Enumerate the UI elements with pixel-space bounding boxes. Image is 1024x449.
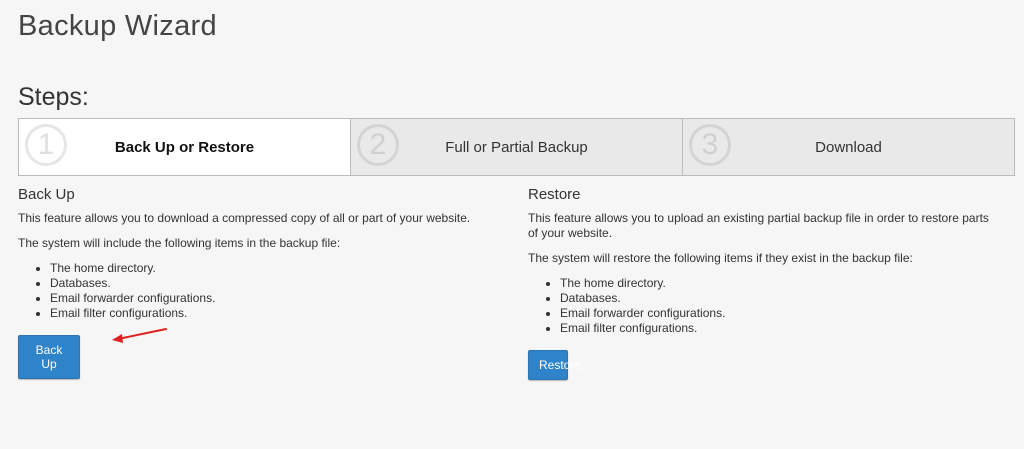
restore-section: Restore This feature allows you to uploa… bbox=[528, 186, 998, 380]
restore-heading: Restore bbox=[528, 186, 581, 203]
step-number-2: 2 bbox=[357, 124, 399, 166]
backup-description: This feature allows you to download a co… bbox=[18, 211, 471, 225]
page-title: Backup Wizard bbox=[18, 10, 217, 42]
list-item: Databases. bbox=[50, 276, 488, 291]
backup-items-list: The home directory. Databases. Email for… bbox=[18, 261, 488, 321]
restore-description: This feature allows you to upload an exi… bbox=[528, 211, 989, 240]
step-label: Full or Partial Backup bbox=[445, 138, 588, 156]
steps-heading: Steps: bbox=[18, 83, 89, 111]
list-item: Email filter configurations. bbox=[50, 306, 488, 321]
annotation-arrow-icon bbox=[112, 328, 167, 343]
steps-progress-bar: 1 Back Up or Restore 2 Full or Partial B… bbox=[18, 118, 1015, 176]
restore-items-list: The home directory. Databases. Email for… bbox=[528, 276, 998, 336]
step-number-3: 3 bbox=[689, 124, 731, 166]
step-full-or-partial-backup: 2 Full or Partial Backup bbox=[351, 119, 683, 175]
step-label: Download bbox=[815, 138, 882, 156]
back-up-button[interactable]: Back Up bbox=[18, 335, 80, 379]
restore-button[interactable]: Restore bbox=[528, 350, 581, 380]
list-item: Databases. bbox=[560, 291, 998, 306]
step-back-up-or-restore: 1 Back Up or Restore bbox=[19, 119, 351, 175]
list-item: Email forwarder configurations. bbox=[50, 291, 488, 306]
step-label: Back Up or Restore bbox=[114, 138, 255, 156]
restore-list-intro: The system will restore the following it… bbox=[528, 251, 913, 265]
list-item: The home directory. bbox=[50, 261, 488, 276]
list-item: The home directory. bbox=[560, 276, 998, 291]
backup-section: Back Up This feature allows you to downl… bbox=[18, 186, 488, 379]
backup-list-intro: The system will include the following it… bbox=[18, 236, 341, 250]
step-download: 3 Download bbox=[683, 119, 1014, 175]
list-item: Email forwarder configurations. bbox=[560, 306, 998, 321]
list-item: Email filter configurations. bbox=[560, 321, 998, 336]
step-number-1: 1 bbox=[25, 124, 67, 166]
backup-heading: Back Up bbox=[18, 186, 75, 203]
